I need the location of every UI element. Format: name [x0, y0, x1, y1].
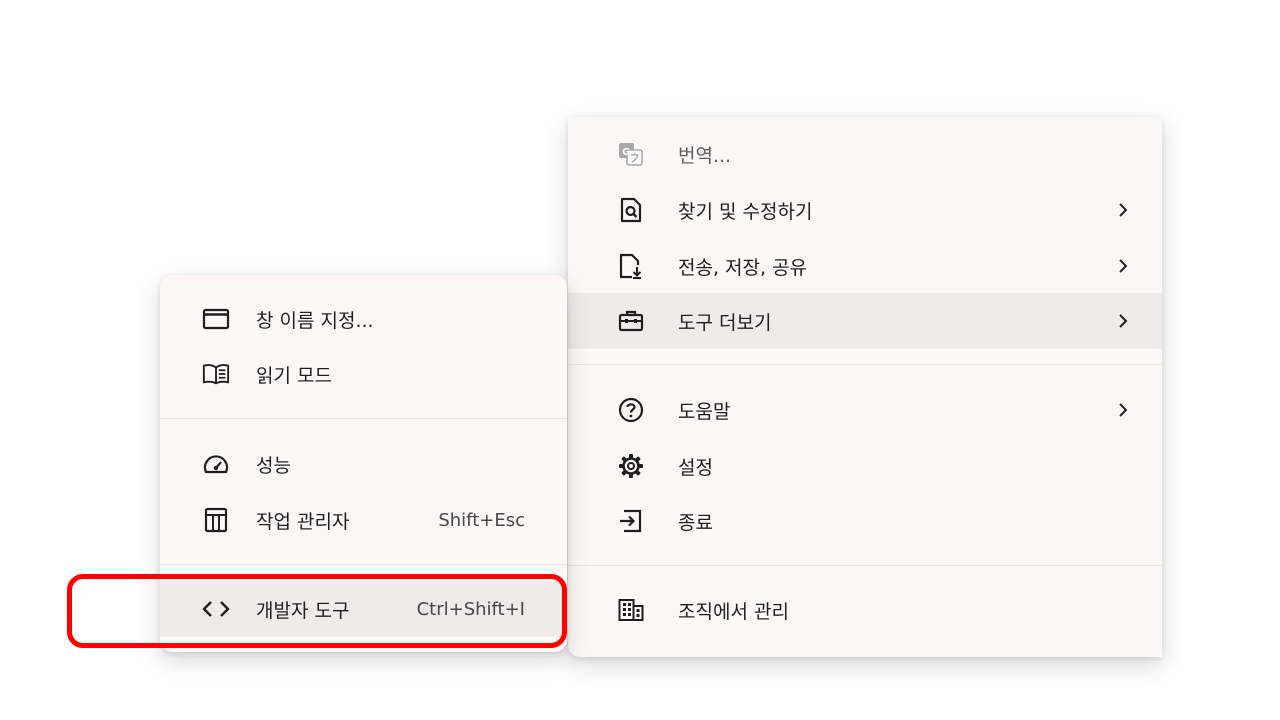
- chevron-right-icon: [1114, 312, 1132, 330]
- translate-icon: G: [618, 141, 644, 167]
- menu-separator: [568, 364, 1162, 365]
- toolbox-icon: [618, 308, 644, 334]
- book-icon: [202, 360, 230, 388]
- help-icon: [618, 397, 644, 423]
- speedometer-icon: [202, 450, 230, 478]
- menu-item-exit[interactable]: 종료: [568, 493, 1162, 549]
- menu-item-label: 도움말: [678, 400, 731, 423]
- chevron-right-icon: [1114, 257, 1132, 275]
- menu-item-settings[interactable]: 설정: [568, 438, 1162, 494]
- svg-text:G: G: [622, 147, 630, 158]
- menu-item-label: 조직에서 관리: [678, 600, 789, 623]
- submenu-separator: [160, 418, 567, 419]
- menu-item-label: 종료: [678, 511, 713, 534]
- menu-separator: [568, 565, 1162, 566]
- menu-item-label: 도구 더보기: [678, 311, 772, 334]
- menu-item-label: 찾기 및 수정하기: [678, 200, 813, 223]
- chevron-right-icon: [1114, 401, 1132, 419]
- submenu-item-label: 창 이름 지정...: [256, 309, 374, 332]
- exit-icon: [618, 508, 644, 534]
- task-manager-icon: [202, 506, 230, 534]
- building-icon: [618, 597, 644, 623]
- shortcut-label: Shift+Esc: [438, 509, 525, 531]
- submenu-item-name-window[interactable]: 창 이름 지정...: [160, 291, 567, 347]
- submenu-item-label: 읽기 모드: [256, 364, 332, 387]
- submenu-item-reading-mode[interactable]: 읽기 모드: [160, 346, 567, 402]
- highlight-box: [67, 574, 567, 648]
- save-share-icon: [618, 253, 644, 279]
- window-icon: [202, 305, 230, 333]
- menu-item-send-save-share[interactable]: 전송, 저장, 공유: [568, 238, 1162, 294]
- chevron-right-icon: [1114, 201, 1132, 219]
- submenu-item-performance[interactable]: 성능: [160, 436, 567, 492]
- submenu-item-label: 작업 관리자: [256, 510, 350, 533]
- menu-item-label: 번역...: [678, 144, 732, 167]
- menu-item-managed-by-org[interactable]: 조직에서 관리: [568, 582, 1162, 638]
- submenu-item-label: 성능: [256, 454, 291, 477]
- submenu-item-task-manager[interactable]: 작업 관리자 Shift+Esc: [160, 492, 567, 548]
- submenu-separator: [160, 564, 567, 565]
- menu-item-translate[interactable]: G 번역...: [568, 126, 1162, 182]
- menu-item-help[interactable]: 도움말: [568, 382, 1162, 438]
- find-icon: [618, 197, 644, 223]
- chrome-main-menu: G 번역... 찾기 및 수정하기 전송, 저장, 공유 도구 더보기 도움말 …: [568, 117, 1162, 657]
- menu-item-more-tools[interactable]: 도구 더보기: [568, 293, 1162, 349]
- menu-item-label: 설정: [678, 456, 713, 479]
- menu-item-find-edit[interactable]: 찾기 및 수정하기: [568, 182, 1162, 238]
- gear-icon: [618, 453, 644, 479]
- menu-item-label: 전송, 저장, 공유: [678, 256, 808, 279]
